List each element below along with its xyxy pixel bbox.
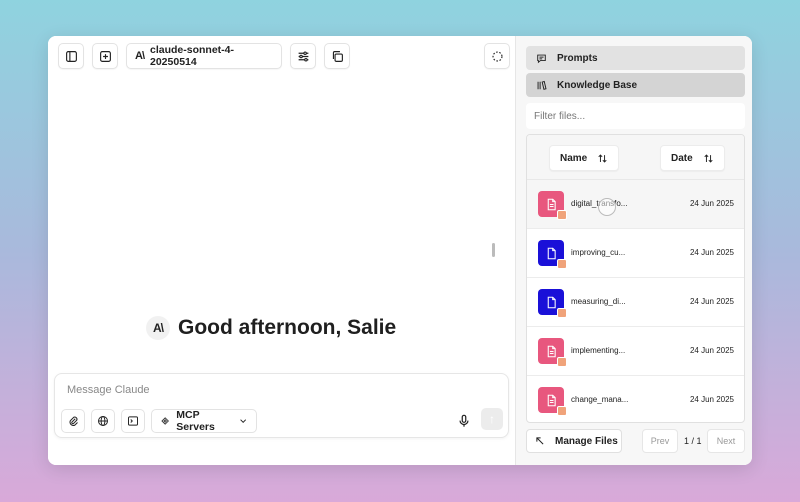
voice-input-button[interactable] xyxy=(455,412,473,430)
plus-square-icon xyxy=(99,50,111,62)
sliders-icon xyxy=(298,50,308,62)
chat-bubble-icon xyxy=(537,54,546,63)
temporary-chat-button[interactable] xyxy=(484,43,510,69)
side-panel: Prompts Knowledge Base Name Date xyxy=(515,36,752,465)
sort-by-date-button[interactable]: Date xyxy=(660,145,725,171)
app-window: A\ claude-sonnet-4-20250514 A\ Good afte… xyxy=(48,36,752,465)
nav-prompts-label: Prompts xyxy=(557,52,598,64)
file-date: 24 Jun 2025 xyxy=(689,297,734,306)
document-icon xyxy=(538,240,567,269)
globe-icon xyxy=(98,416,108,426)
send-button[interactable]: ↑ xyxy=(481,408,503,430)
file-type-badge-icon xyxy=(557,259,567,269)
document-icon xyxy=(538,289,567,318)
nav-prompts[interactable]: Prompts xyxy=(526,46,745,70)
file-type-badge-icon xyxy=(557,210,567,220)
chat-pane: A\ claude-sonnet-4-20250514 A\ Good afte… xyxy=(48,36,515,465)
arrow-up-left-icon xyxy=(536,437,544,445)
manage-files-label: Manage Files xyxy=(555,435,618,447)
books-icon xyxy=(537,80,547,90)
sidebar-icon xyxy=(65,50,77,62)
file-row[interactable]: improving_cu... 24 Jun 2025 xyxy=(527,229,744,278)
nav-knowledge-base[interactable]: Knowledge Base xyxy=(526,73,745,97)
file-date: 24 Jun 2025 xyxy=(689,395,734,404)
file-type-badge-icon xyxy=(557,406,567,416)
document-icon xyxy=(538,191,567,220)
arrow-up-icon: ↑ xyxy=(489,412,495,426)
composer-tools: MCP Servers xyxy=(61,409,257,433)
top-toolbar: A\ claude-sonnet-4-20250514 xyxy=(58,43,350,69)
web-search-button[interactable] xyxy=(91,409,115,433)
filter-files-input[interactable] xyxy=(526,103,745,129)
file-type-badge-icon xyxy=(557,357,567,367)
message-input[interactable] xyxy=(67,384,447,396)
file-row[interactable]: change_mana... 24 Jun 2025 xyxy=(527,376,744,422)
mouse-cursor-icon xyxy=(598,198,616,216)
terminal-button[interactable] xyxy=(121,409,145,433)
file-date: 24 Jun 2025 xyxy=(689,199,734,208)
page-count: 1 / 1 xyxy=(684,436,702,446)
panel-footer: Manage Files Prev 1 / 1 Next xyxy=(526,429,745,453)
scrollbar[interactable] xyxy=(492,243,495,257)
microphone-icon xyxy=(459,414,469,427)
sort-arrows-icon xyxy=(598,153,607,163)
nav-knowledge-base-label: Knowledge Base xyxy=(557,79,638,91)
manage-files-button[interactable]: Manage Files xyxy=(526,429,622,453)
dashed-circle-icon xyxy=(491,50,503,62)
file-name: change_mana... xyxy=(571,395,629,404)
greeting: A\ Good afternoon, Salie xyxy=(146,316,396,340)
paperclip-icon xyxy=(69,416,78,426)
date-column-label: Date xyxy=(671,152,693,164)
terminal-icon xyxy=(128,416,138,426)
settings-button[interactable] xyxy=(290,43,316,69)
next-page-button[interactable]: Next xyxy=(707,429,745,453)
file-date: 24 Jun 2025 xyxy=(689,248,734,257)
name-column-label: Name xyxy=(560,152,588,164)
file-table: Name Date digital_transfo... 24 Jun 2025 xyxy=(526,134,745,423)
prev-page-button[interactable]: Prev xyxy=(642,429,678,453)
file-row[interactable]: implementing... 24 Jun 2025 xyxy=(527,327,744,376)
file-row[interactable]: measuring_di... 24 Jun 2025 xyxy=(527,278,744,327)
mcp-servers-dropdown[interactable]: MCP Servers xyxy=(151,409,257,433)
prev-label: Prev xyxy=(650,436,670,446)
new-chat-button[interactable] xyxy=(92,43,118,69)
file-name: improving_cu... xyxy=(571,248,626,257)
sort-by-name-button[interactable]: Name xyxy=(549,145,620,171)
sort-arrows-icon xyxy=(704,153,713,163)
anthropic-logo-icon: A\ xyxy=(146,316,170,340)
file-date: 24 Jun 2025 xyxy=(689,346,734,355)
model-selector-button[interactable]: A\ claude-sonnet-4-20250514 xyxy=(126,43,282,69)
duplicate-button[interactable] xyxy=(324,43,350,69)
file-type-badge-icon xyxy=(557,308,567,318)
file-name: implementing... xyxy=(571,346,626,355)
file-name: measuring_di... xyxy=(571,297,626,306)
mcp-icon xyxy=(161,417,169,425)
copy-icon xyxy=(332,50,343,62)
message-composer: MCP Servers ↑ xyxy=(54,373,509,438)
document-icon xyxy=(538,387,567,416)
attach-button[interactable] xyxy=(61,409,85,433)
mcp-servers-label: MCP Servers xyxy=(176,409,215,433)
greeting-text: Good afternoon, Salie xyxy=(178,316,397,339)
model-name: claude-sonnet-4-20250514 xyxy=(150,44,235,68)
document-icon xyxy=(538,338,567,367)
chevron-down-icon xyxy=(239,419,246,423)
toggle-sidebar-button[interactable] xyxy=(58,43,84,69)
anthropic-logo-icon: A\ xyxy=(135,50,145,62)
file-row[interactable]: digital_transfo... 24 Jun 2025 xyxy=(527,180,744,229)
next-label: Next xyxy=(716,436,736,446)
table-header: Name Date xyxy=(527,135,744,180)
